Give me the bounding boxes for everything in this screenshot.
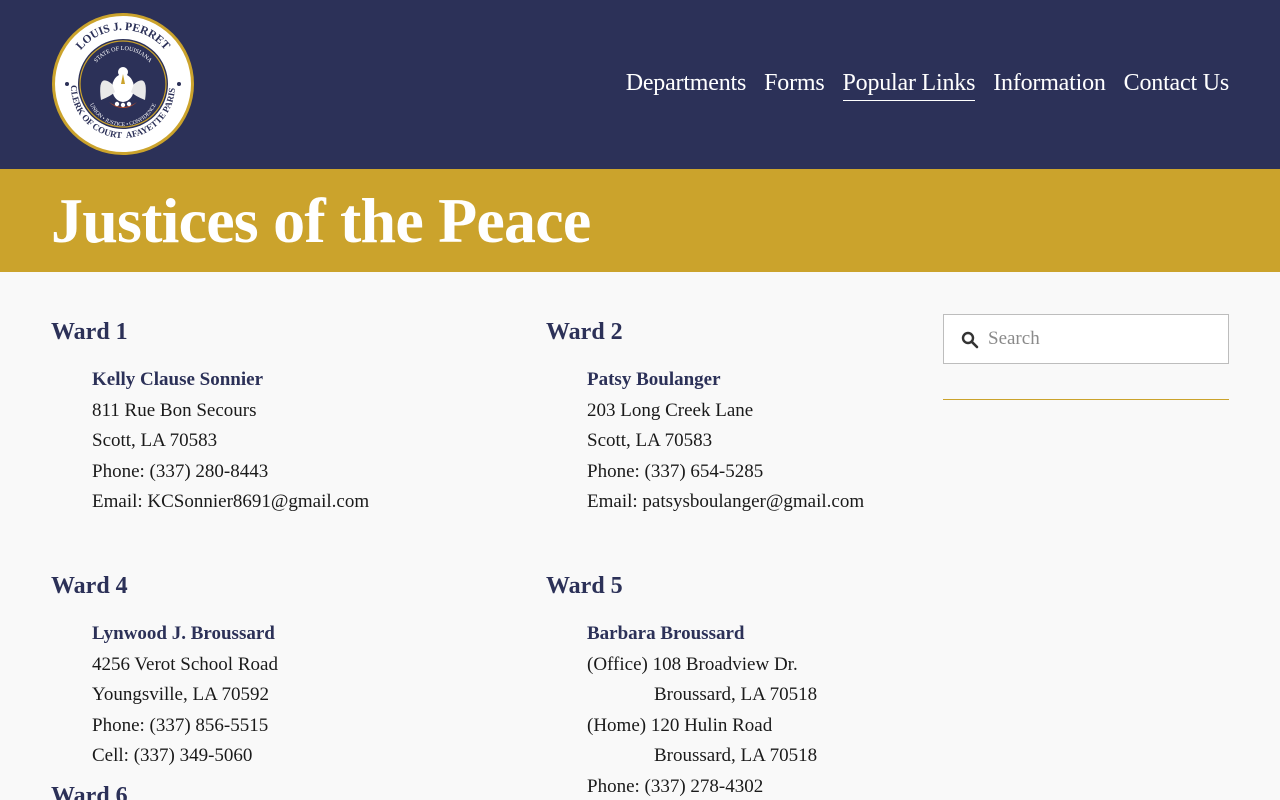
phone-line: Phone: (337) 278-4302 — [587, 775, 764, 797]
search-icon — [961, 331, 979, 349]
ward-heading: Ward 1 — [51, 319, 128, 345]
email-line: Email: patsysboulanger@gmail.com — [587, 491, 865, 513]
city-line: Scott, LA 70583 — [92, 430, 218, 452]
justice-name: Lynwood J. Broussard — [92, 623, 275, 644]
nav-information[interactable]: Information — [993, 66, 1106, 101]
ward-heading: Ward 6 — [51, 783, 128, 800]
justice-name: Patsy Boulanger — [587, 369, 721, 390]
site-header: LOUIS J. PERRET CLERK OF COURT LAFAYETTE… — [0, 0, 1280, 169]
clerk-of-court-seal-logo[interactable]: LOUIS J. PERRET CLERK OF COURT LAFAYETTE… — [51, 12, 195, 156]
ward-heading: Ward 4 — [51, 573, 128, 599]
city-line: Scott, LA 70583 — [587, 430, 713, 452]
nav-contact-us[interactable]: Contact Us — [1124, 66, 1230, 101]
phone-line: Phone: (337) 654-5285 — [587, 460, 764, 482]
home-city-line: Broussard, LA 70518 — [654, 745, 818, 767]
address-line: 811 Rue Bon Secours — [92, 399, 257, 421]
office-address-line: (Office) 108 Broadview Dr. — [587, 653, 798, 675]
ward-6-section: Ward 6 — [51, 779, 128, 800]
search-input[interactable] — [988, 316, 1218, 362]
phone-line: Phone: (337) 856-5515 — [92, 714, 269, 736]
ward-heading: Ward 2 — [546, 319, 623, 345]
main-nav: Departments Forms Popular Links Informat… — [626, 66, 1229, 101]
justice-entry: Patsy Boulanger 203 Long Creek Lane Scot… — [587, 365, 864, 518]
cell-line: Cell: (337) 349-5060 — [92, 745, 253, 767]
email-line: Email: KCSonnier8691@gmail.com — [92, 491, 370, 513]
justice-entry: Barbara Broussard (Office) 108 Broadview… — [587, 619, 817, 800]
office-city-line: Broussard, LA 70518 — [654, 684, 818, 706]
address-line: 203 Long Creek Lane — [587, 399, 754, 421]
justice-entry: Lynwood J. Broussard 4256 Verot School R… — [92, 619, 278, 772]
ward-1-section: Ward 1 Kelly Clause Sonnier 811 Rue Bon … — [51, 315, 369, 518]
page-title: Justices of the Peace — [51, 185, 591, 256]
justice-entry: Kelly Clause Sonnier 811 Rue Bon Secours… — [92, 365, 369, 518]
justice-name: Barbara Broussard — [587, 623, 745, 644]
justice-name: Kelly Clause Sonnier — [92, 369, 264, 390]
address-line: 4256 Verot School Road — [92, 653, 278, 675]
ward-5-section: Ward 5 Barbara Broussard (Office) 108 Br… — [546, 569, 817, 800]
ward-4-section: Ward 4 Lynwood J. Broussard 4256 Verot S… — [51, 569, 278, 772]
ward-2-section: Ward 2 Patsy Boulanger 203 Long Creek La… — [546, 315, 864, 518]
city-line: Youngsville, LA 70592 — [92, 684, 270, 706]
phone-line: Phone: (337) 280-8443 — [92, 460, 269, 482]
search-box — [943, 314, 1229, 364]
nav-popular-links[interactable]: Popular Links — [842, 66, 975, 101]
title-banner: Justices of the Peace — [0, 169, 1280, 272]
sidebar-divider — [943, 399, 1229, 400]
nav-forms[interactable]: Forms — [764, 66, 825, 101]
nav-departments[interactable]: Departments — [626, 66, 747, 101]
home-address-line: (Home) 120 Hulin Road — [587, 714, 773, 736]
ward-heading: Ward 5 — [546, 573, 623, 599]
